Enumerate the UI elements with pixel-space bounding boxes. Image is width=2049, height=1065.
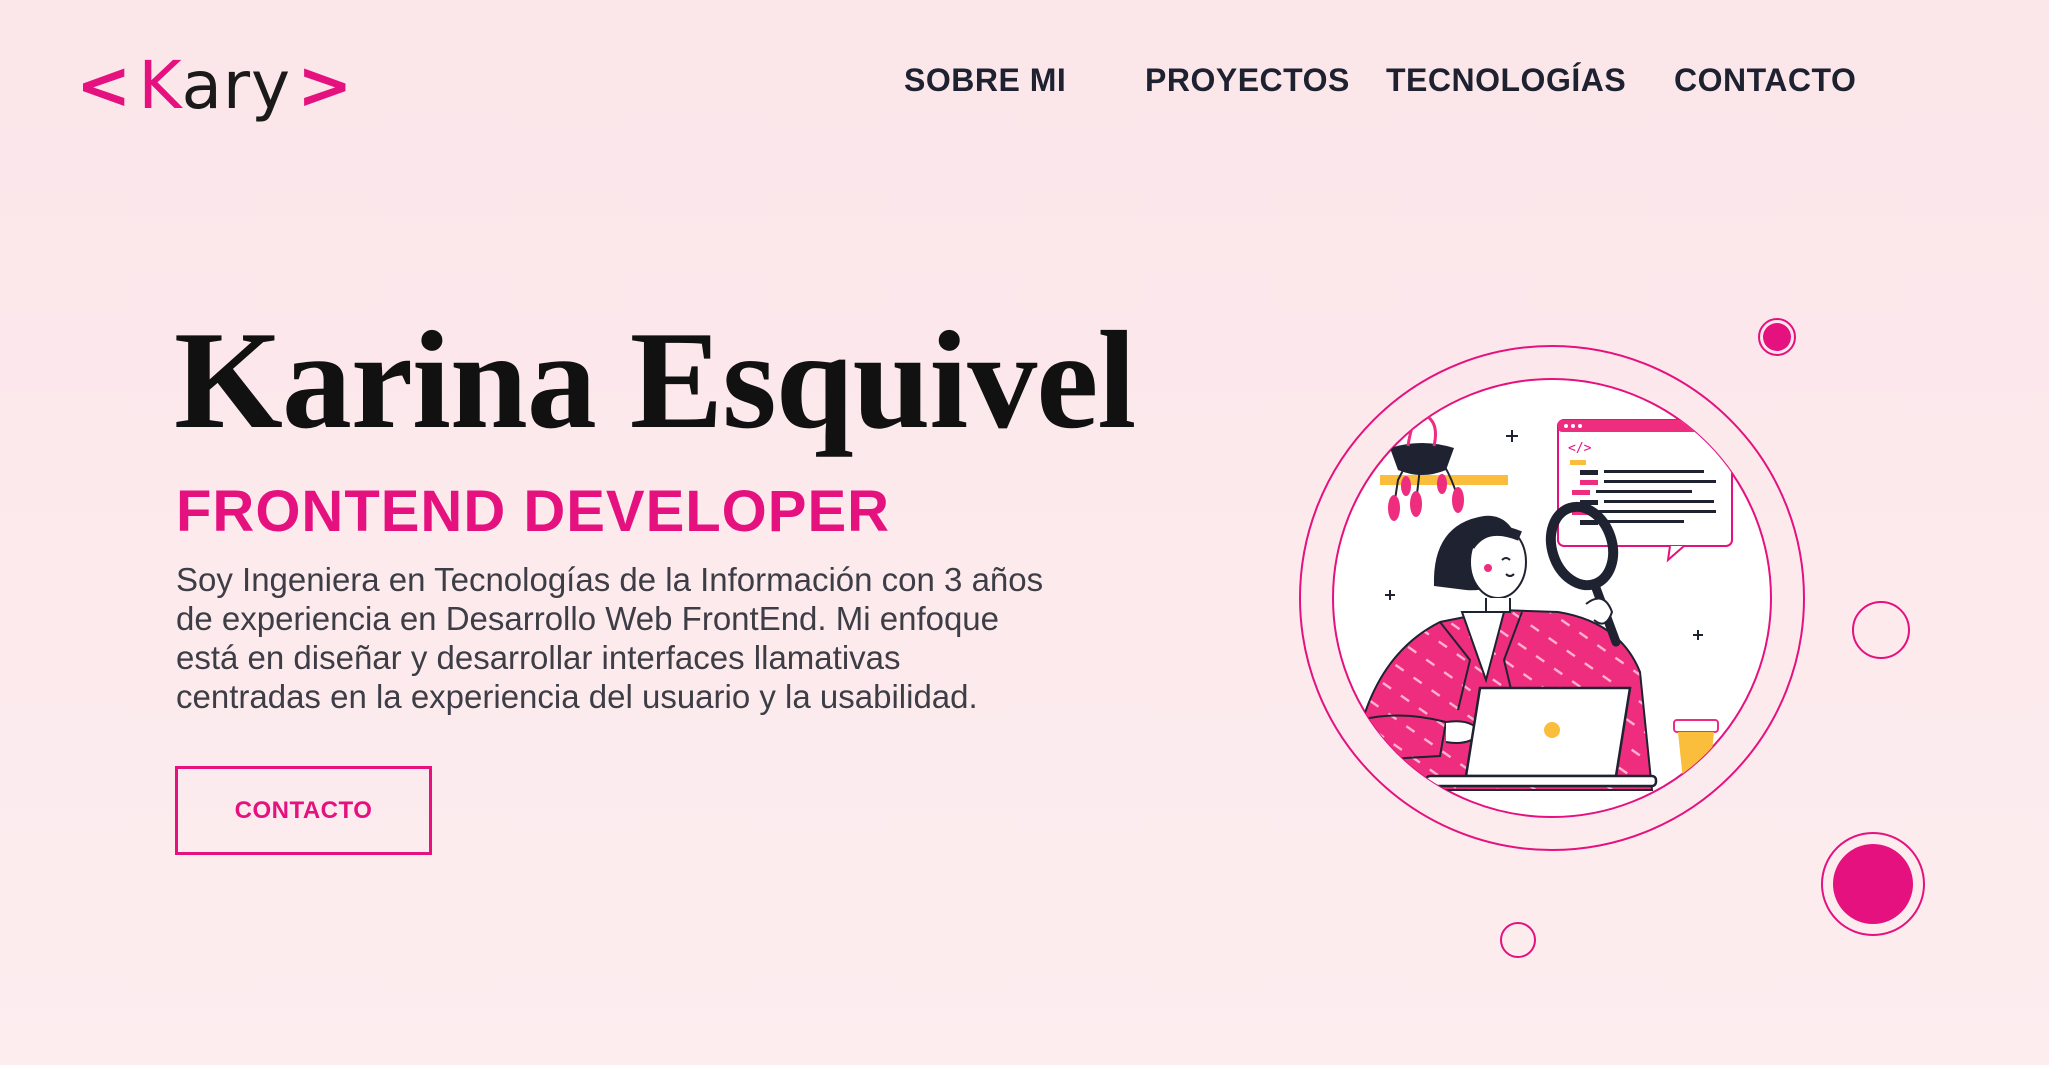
logo-close-bracket: >	[297, 46, 354, 124]
hero-role: FRONTEND DEVELOPER	[176, 479, 891, 544]
nav-contacto[interactable]: CONTACTO	[1674, 62, 1856, 99]
logo-name: Kary	[138, 47, 291, 124]
woman-developer-illustration: </>	[1299, 345, 1805, 851]
hero-description-line: de experiencia en Desarrollo Web FrontEn…	[176, 600, 1000, 637]
hero-description-line: Soy Ingeniera en Tecnologías de la Infor…	[176, 561, 1044, 598]
logo-rest: ary	[181, 46, 292, 124]
hero-name: Karina Esquivel	[174, 303, 1136, 458]
nav-sobre-mi[interactable]: SOBRE MI	[904, 62, 1066, 99]
logo-first-letter: K	[138, 46, 182, 124]
coffee-cup-icon	[1673, 719, 1719, 790]
hero-description-line: centradas en la experiencia del usuario …	[176, 678, 978, 715]
svg-text:</>: </>	[1568, 441, 1592, 456]
hero-description-line: está en diseñar y desarrollar interfaces…	[176, 639, 901, 676]
contact-button[interactable]: CONTACTO	[175, 766, 432, 855]
hero-description: Soy Ingeniera en Tecnologías de la Infor…	[176, 560, 1176, 716]
site-header: < Kary > SOBRE MI PROYECTOS TECNOLOGÍAS …	[0, 0, 2049, 170]
site-logo[interactable]: < Kary >	[76, 40, 353, 130]
nav-proyectos[interactable]: PROYECTOS	[1145, 62, 1350, 99]
nav-tecnologias[interactable]: TECNOLOGÍAS	[1386, 62, 1626, 99]
logo-open-bracket: <	[76, 46, 133, 124]
